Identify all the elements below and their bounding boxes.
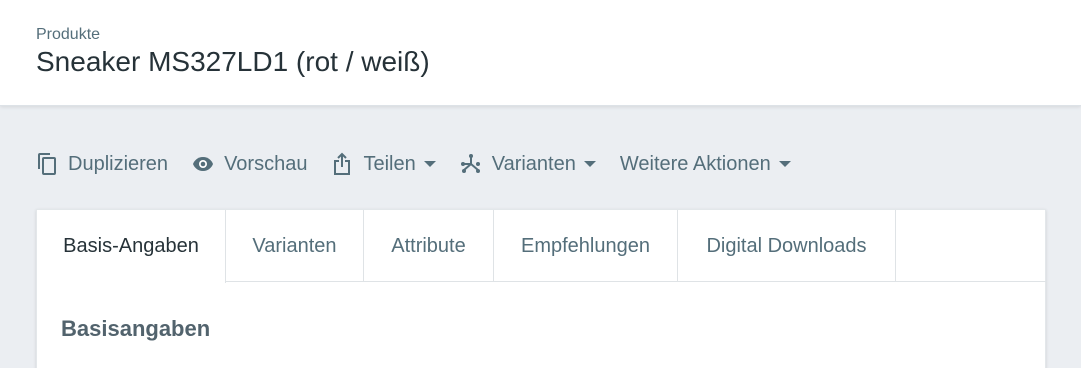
tab-digital-downloads[interactable]: Digital Downloads — [678, 210, 896, 282]
duplicate-button[interactable]: Duplizieren — [36, 150, 168, 178]
section-title: Basisangaben — [61, 316, 211, 341]
duplicate-label: Duplizieren — [68, 152, 169, 175]
eye-icon — [192, 152, 214, 176]
tab-empfehlungen[interactable]: Empfehlungen — [494, 210, 678, 282]
chevron-down-icon — [423, 161, 436, 167]
variants-icon — [460, 152, 482, 176]
share-label: Teilen — [363, 152, 416, 175]
page-title: Sneaker MS327LD1 (rot / weiß) — [36, 46, 430, 77]
variants-label: Varianten — [491, 152, 576, 175]
tab-varianten[interactable]: Varianten — [226, 210, 364, 282]
action-toolbar: Duplizieren Vorschau Teilen Varianten We… — [36, 150, 815, 178]
breadcrumb[interactable]: Produkte — [36, 26, 100, 44]
variants-dropdown[interactable]: Varianten — [460, 150, 596, 178]
tab-basis-angaben[interactable]: Basis-Angaben — [37, 210, 226, 283]
preview-button[interactable]: Vorschau — [192, 150, 307, 178]
chevron-down-icon — [778, 161, 791, 167]
share-icon — [331, 152, 353, 176]
more-actions-label: Weitere Aktionen — [619, 152, 771, 175]
preview-label: Vorschau — [224, 152, 308, 175]
page-header: Produkte Sneaker MS327LD1 (rot / weiß) — [0, 0, 1081, 106]
more-actions-dropdown[interactable]: Weitere Aktionen — [620, 150, 791, 178]
tab-attribute[interactable]: Attribute — [364, 210, 494, 282]
product-card: Basis-Angaben Varianten Attribute Empfeh… — [36, 209, 1047, 368]
chevron-down-icon — [583, 161, 596, 167]
tab-bar: Basis-Angaben Varianten Attribute Empfeh… — [37, 210, 1047, 283]
share-dropdown[interactable]: Teilen — [331, 150, 436, 178]
copy-icon — [36, 152, 58, 176]
